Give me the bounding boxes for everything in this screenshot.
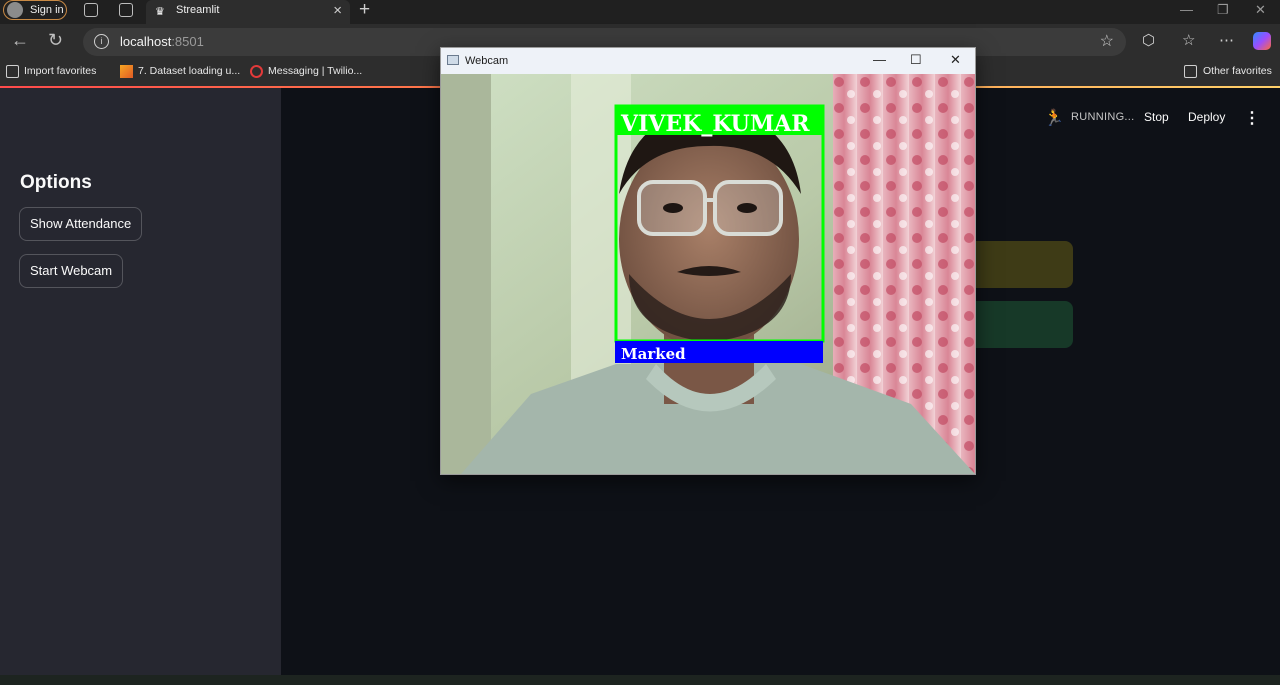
webcam-window[interactable]: Webcam — ☐ ✕ VIVEK_KUMAR Marked [440,47,976,475]
twilio-icon [250,65,263,78]
profile-avatar-icon [7,2,23,18]
webcam-titlebar[interactable]: Webcam — ☐ ✕ [441,48,975,74]
webcam-title: Webcam [465,55,509,67]
start-webcam-button[interactable]: Start Webcam [19,254,124,288]
url-host: localhost [120,34,172,49]
other-favorites[interactable]: Other favorites [1203,65,1272,77]
deploy-button[interactable]: Deploy [1188,110,1225,124]
tab-title: Streamlit [176,4,220,16]
streamlit-favicon-icon: ♛ [155,6,165,18]
tab-close-icon[interactable]: × [333,2,342,19]
profile-sign-in-label: Sign in [30,4,64,16]
browser-tab-strip: Sign in ♛ Streamlit × + — ❐ ✕ [0,0,1280,24]
favorite-dataset-loading[interactable]: 7. Dataset loading u... [138,65,240,77]
import-icon [6,65,19,78]
url-text: localhost:8501 [120,34,204,49]
webcam-app-icon [447,55,459,65]
folder-icon [1184,65,1197,78]
site-info-icon[interactable]: i [94,34,109,49]
close-window-icon[interactable]: ✕ [1255,2,1266,18]
restore-icon[interactable]: ❐ [1217,2,1229,18]
webcam-close-icon[interactable]: ✕ [950,52,961,68]
detected-name-text: VIVEK_KUMAR [620,111,810,137]
tab-streamlit[interactable]: ♛ Streamlit × [146,0,350,24]
attendance-status-text: Marked [621,345,686,363]
stop-button[interactable]: Stop [1144,110,1169,124]
workspaces-icon[interactable] [84,3,98,17]
running-status-text: RUNNING... [1071,111,1135,123]
webcam-image: VIVEK_KUMAR Marked [441,74,975,474]
sidebar-title: Options [20,172,92,193]
main-menu-icon[interactable]: ⋮ [1244,108,1260,128]
back-icon[interactable]: ← [11,30,29,51]
show-attendance-button[interactable]: Show Attendance [19,207,143,241]
favorites-icon[interactable]: ☆ [1182,31,1195,49]
webcam-maximize-icon[interactable]: ☐ [910,52,922,68]
taskbar-edge [0,675,1280,685]
new-tab-icon[interactable]: + [359,0,370,21]
running-man-icon: 🏃 [1044,110,1064,127]
favorite-twilio[interactable]: Messaging | Twilio... [268,65,362,77]
profile-sign-in-button[interactable]: Sign in [3,0,67,20]
webcam-video-frame: VIVEK_KUMAR Marked [441,74,975,474]
refresh-icon[interactable]: ↻ [48,30,63,51]
success-alert [975,301,1073,348]
more-menu-icon[interactable]: ⋯ [1219,31,1234,49]
minimize-icon[interactable]: — [1180,2,1193,17]
favorite-import[interactable]: Import favorites [24,65,96,77]
copilot-icon[interactable] [1253,32,1271,50]
extensions-icon[interactable]: ⬡ [1142,31,1155,49]
tab-actions-icon[interactable] [119,3,133,17]
webcam-minimize-icon[interactable]: — [873,52,886,67]
warning-alert [975,241,1073,288]
url-port: :8501 [171,34,204,49]
favorite-star-icon[interactable]: ☆ [1100,31,1114,51]
jupyter-icon [120,65,133,78]
sidebar: Options Show Attendance Start Webcam [0,88,281,677]
